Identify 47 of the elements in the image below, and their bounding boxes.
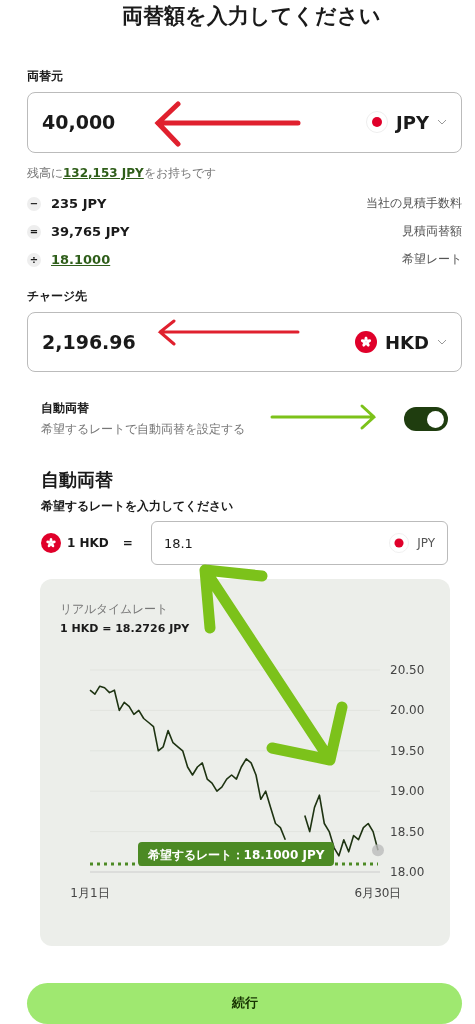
row-label: 見積両替額 [402, 223, 462, 241]
x-axis-label: 1月1日 [70, 886, 110, 901]
balance-text: 残高に132,153 JPYをお持ちです [27, 165, 216, 180]
field-label: チャージ先 [27, 287, 88, 305]
row-label: 当社の見積手数料 [366, 195, 462, 213]
amount-field[interactable]: 2,196.96 HKD [27, 311, 462, 373]
y-axis-label: 19.50 [390, 744, 425, 759]
section-heading: 自動両替 [41, 468, 114, 493]
rate-link[interactable]: 18.1000 [51, 252, 402, 268]
currency-selector[interactable]: JPY [396, 111, 429, 133]
row-label: 希望レート [402, 251, 462, 269]
currency-code: JPY [417, 536, 435, 551]
y-axis-label: 18.50 [390, 825, 425, 839]
rate-field[interactable]: 18.1 JPY [150, 521, 448, 566]
base-currency-text: 1 HKD [67, 536, 109, 551]
x-axis-label: 6月30日 [354, 886, 402, 901]
amount-text: 235 JPY [51, 196, 108, 212]
page-title: 両替額を入力してください [121, 3, 382, 30]
operator-icon: = [27, 224, 41, 239]
ref-line-label: 希望するレート：18.1000 JPY [146, 848, 325, 863]
y-axis-label: 20.00 [390, 703, 425, 718]
current-rate-text: 1 HKD = 18.2726 JPY [60, 622, 191, 636]
hong-kong-flag-icon [355, 331, 378, 354]
section-prompt: 希望するレートを入力してください [41, 498, 234, 516]
y-axis-label: 18.00 [390, 865, 425, 880]
operator-icon: ÷ [27, 252, 41, 267]
hong-kong-flag-icon [41, 533, 61, 554]
operator-icon: − [27, 196, 41, 211]
continue-button[interactable]: 続行 [27, 982, 462, 1024]
japan-flag-icon [366, 111, 389, 134]
amount-field[interactable]: 40,000 JPY [27, 92, 462, 153]
chevron-down-icon [437, 119, 447, 126]
y-axis-label: 20.50 [390, 663, 425, 678]
setting-description: 希望するレートで自動両替を設定する [41, 421, 245, 439]
japan-flag-icon [389, 533, 410, 554]
balance-link[interactable]: 132,153 JPY [63, 165, 144, 180]
current-point-marker [372, 844, 384, 857]
y-axis-label: 19.00 [390, 784, 425, 799]
threshold-label: 希望するレート：18.1000 JPY [138, 842, 334, 867]
field-label: 両替元 [27, 68, 64, 85]
equals-sign: = [122, 536, 133, 551]
currency-selector[interactable]: HKD [385, 331, 429, 353]
chart-caption: リアルタイムレート [60, 601, 169, 619]
amount-text: 39,765 JPY [51, 224, 131, 240]
setting-title: 自動両替 [41, 400, 89, 418]
chevron-down-icon [437, 339, 447, 346]
toggle-switch[interactable] [404, 407, 448, 432]
